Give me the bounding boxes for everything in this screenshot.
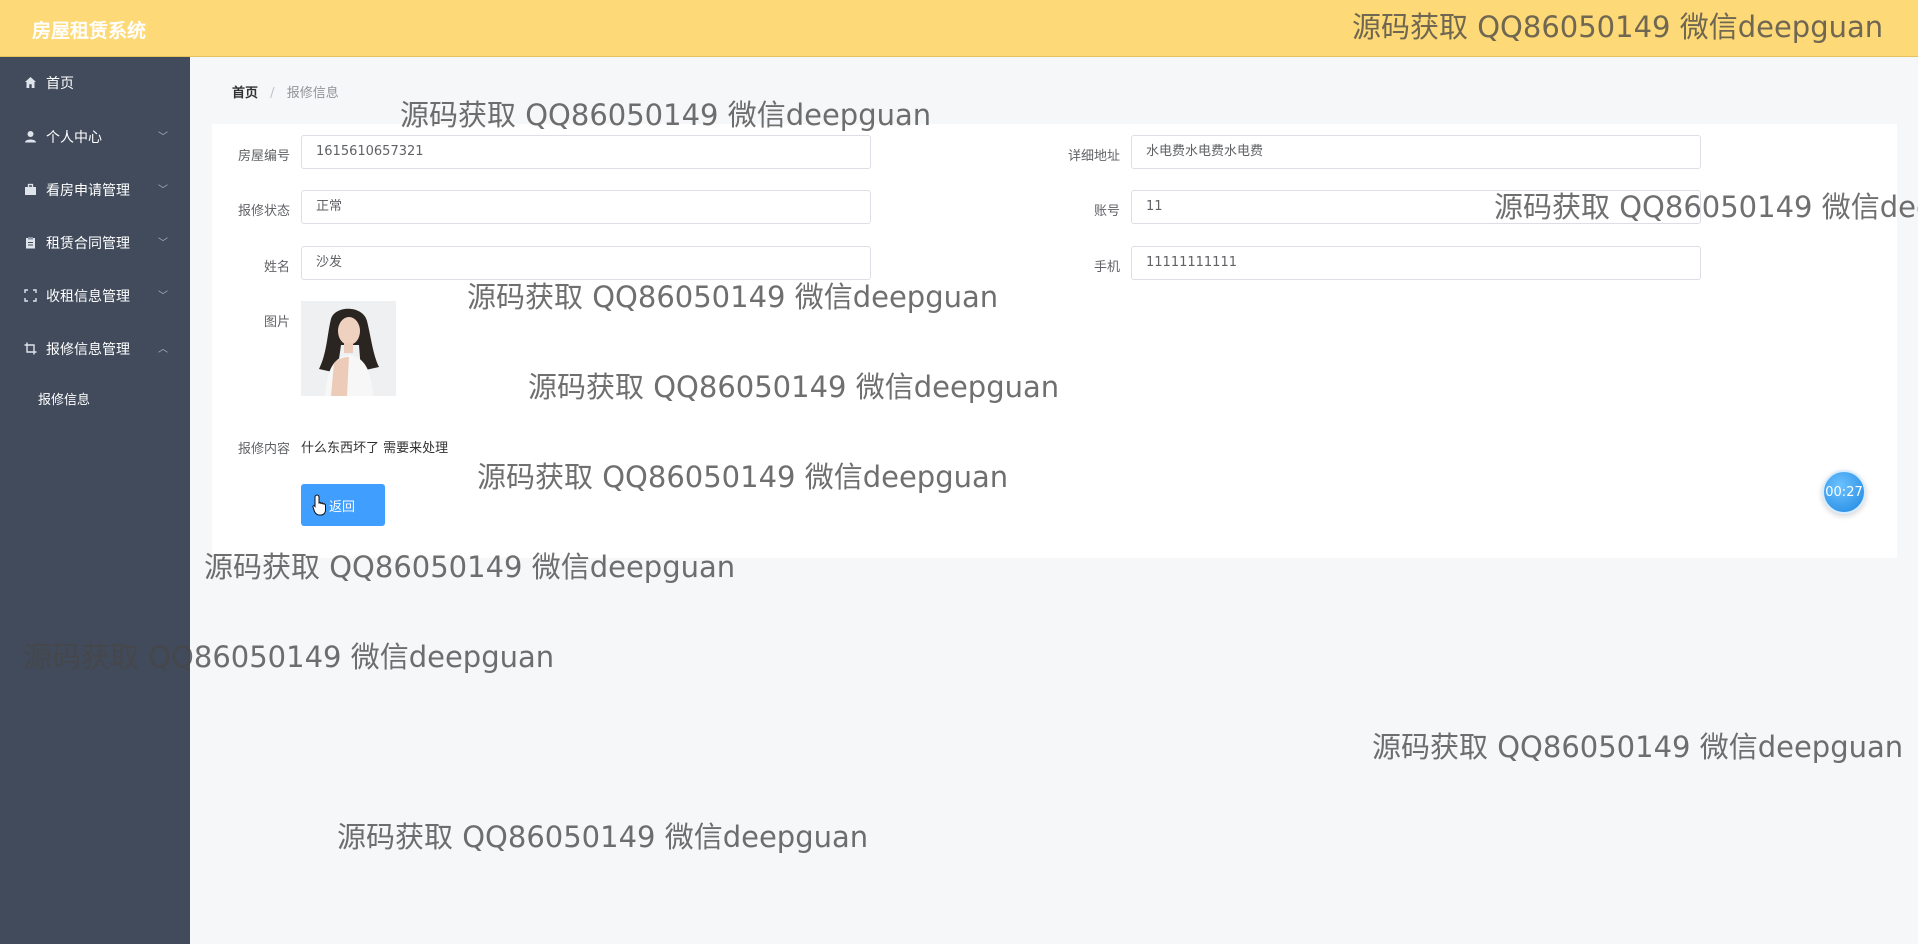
breadcrumb: 首页 / 报修信息 <box>232 82 339 101</box>
user-icon <box>23 130 37 144</box>
sidebar-item-label: 首页 <box>46 75 74 92</box>
pointer-cursor-icon <box>312 494 328 516</box>
app-title: 房屋租赁系统 <box>32 20 147 42</box>
sidebar-item-label: 报修信息管理 <box>46 341 130 358</box>
timer-badge[interactable]: 00:27 <box>1822 470 1866 514</box>
sidebar-subitem-repair-info[interactable]: 报修信息 <box>0 375 190 421</box>
sidebar-item-label: 个人中心 <box>46 129 102 146</box>
chevron-up-icon: ︿ <box>158 344 168 355</box>
top-bar: 房屋租赁系统 <box>0 0 1918 57</box>
house-no-label: 房屋编号 <box>237 149 290 164</box>
chevron-down-icon: ﹀ <box>158 238 168 249</box>
sidebar-item-lease-contracts[interactable]: 租赁合同管理 ﹀ <box>0 216 190 269</box>
address-field[interactable]: 水电费水电费水电费 <box>1131 135 1701 169</box>
phone-label: 手机 <box>1093 260 1120 275</box>
chevron-down-icon: ﹀ <box>158 185 168 196</box>
breadcrumb-home[interactable]: 首页 <box>232 86 258 101</box>
name-label: 姓名 <box>263 260 290 275</box>
repair-photo <box>301 301 396 396</box>
sidebar: 首页 个人中心 ﹀ 看房申请管理 ﹀ 租赁合同管理 ﹀ 收租信息管理 ﹀ 报修信… <box>0 57 190 944</box>
crop-icon <box>23 342 37 356</box>
address-label: 详细地址 <box>1067 149 1120 164</box>
image-label: 图片 <box>263 315 290 330</box>
repair-content: 什么东西坏了 需要来处理 <box>301 441 449 456</box>
content-label: 报修内容 <box>237 442 290 457</box>
sidebar-item-label: 收租信息管理 <box>46 288 130 305</box>
chevron-down-icon: ﹀ <box>158 132 168 143</box>
sidebar-item-repair-management[interactable]: 报修信息管理 ︿ <box>0 322 190 375</box>
status-label: 报修状态 <box>237 204 290 219</box>
fullscreen-icon <box>23 289 37 303</box>
sidebar-item-home[interactable]: 首页 <box>0 55 190 110</box>
status-field[interactable]: 正常 <box>301 190 871 224</box>
sidebar-item-viewing-requests[interactable]: 看房申请管理 ﹀ <box>0 163 190 216</box>
sidebar-item-rent-collection[interactable]: 收租信息管理 ﹀ <box>0 269 190 322</box>
house-no-field[interactable]: 1615610657321 <box>301 135 871 169</box>
account-label: 账号 <box>1093 204 1120 219</box>
name-field[interactable]: 沙发 <box>301 246 871 280</box>
sidebar-item-personal-center[interactable]: 个人中心 ﹀ <box>0 110 190 163</box>
sidebar-item-label: 租赁合同管理 <box>46 235 130 252</box>
breadcrumb-separator: / <box>270 86 275 101</box>
chevron-down-icon: ﹀ <box>158 291 168 302</box>
home-icon <box>23 76 37 90</box>
briefcase-icon <box>23 183 37 197</box>
back-button-label: 返回 <box>329 499 356 515</box>
account-field[interactable]: 11 <box>1131 190 1701 224</box>
clipboard-icon <box>23 236 37 250</box>
sidebar-item-label: 看房申请管理 <box>46 182 130 199</box>
breadcrumb-current: 报修信息 <box>286 86 339 101</box>
phone-field[interactable]: 11111111111 <box>1131 246 1701 280</box>
sidebar-subitem-label: 报修信息 <box>38 392 91 408</box>
